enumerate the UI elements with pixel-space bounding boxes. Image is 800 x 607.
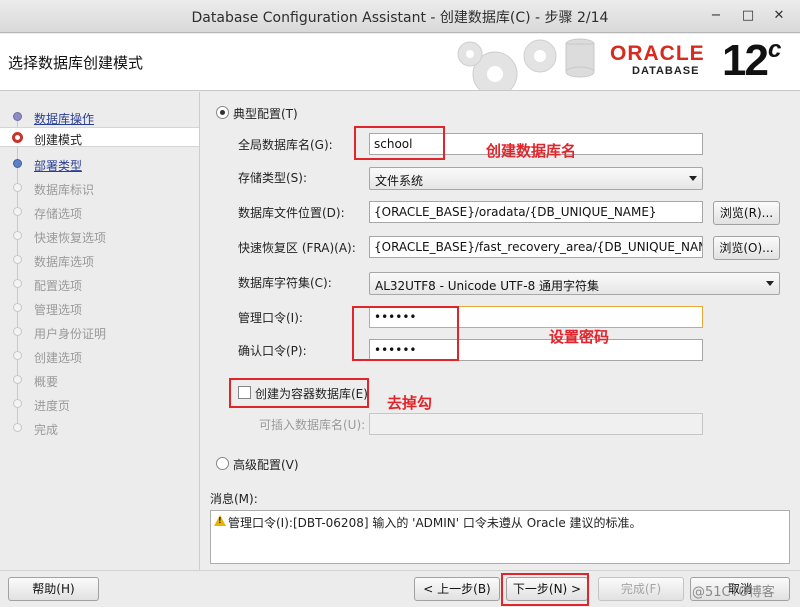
step-dot-icon: [13, 375, 22, 384]
charset-select[interactable]: AL32UTF8 - Unicode UTF-8 通用字符集: [369, 272, 780, 295]
confirm-password-label: 确认口令(P):: [238, 344, 307, 358]
gears-decoration-icon: [457, 38, 595, 90]
page-title: 选择数据库创建模式: [8, 54, 144, 72]
step-management-options: 管理选项: [0, 298, 199, 318]
maximize-icon[interactable]: □: [738, 6, 758, 26]
step-dot-icon: [12, 132, 23, 143]
step-label: 完成: [34, 423, 59, 437]
step-dot-icon: [13, 279, 22, 288]
db-file-location-label: 数据库文件位置(D):: [238, 206, 345, 220]
steps-sidebar: 数据库操作 创建模式 部署类型 数据库标识 存储选项 快速恢复选项 数据库选项 …: [0, 92, 200, 570]
step-dot-icon: [13, 159, 22, 168]
step-label: 数据库标识: [34, 183, 95, 197]
step-label: 数据库选项: [34, 255, 95, 269]
step-dot-icon: [13, 255, 22, 264]
typical-config-label: 典型配置(T): [233, 107, 298, 121]
messages-box: 管理口令(I):[DBT-06208] 输入的 'ADMIN' 口令未遵从 Or…: [210, 510, 790, 564]
db-file-location-input[interactable]: {ORACLE_BASE}/oradata/{DB_UNIQUE_NAME}: [369, 201, 703, 223]
version-logo: 12c: [722, 36, 781, 86]
step-dot-icon: [13, 399, 22, 408]
step-dot-icon: [13, 112, 22, 121]
step-dot-icon: [13, 351, 22, 360]
minimize-icon[interactable]: −: [706, 6, 726, 26]
step-dot-icon: [13, 207, 22, 216]
close-icon[interactable]: ✕: [769, 6, 789, 26]
storage-type-value: 文件系统: [375, 174, 424, 188]
pluggable-db-name-label: 可插入数据库名(U):: [259, 418, 366, 432]
typical-config-radio[interactable]: [216, 106, 229, 119]
oracle-logo: ORACLE DATABASE: [610, 42, 720, 78]
step-dot-icon: [13, 183, 22, 192]
chevron-down-icon: [689, 176, 697, 181]
step-fast-recovery-options: 快速恢复选项: [0, 226, 199, 246]
step-database-identification: 数据库标识: [0, 178, 199, 198]
main-panel: 典型配置(T) 全局数据库名(G): school 存储类型(S): 文件系统 …: [201, 92, 800, 570]
browse-file-location-button[interactable]: 浏览(R)...: [713, 201, 780, 225]
next-button[interactable]: 下一步(N) >: [506, 577, 588, 601]
messages-label: 消息(M):: [210, 492, 258, 506]
annotation-password-note: 设置密码: [549, 328, 610, 346]
step-label: 进度页: [34, 399, 71, 413]
fra-label: 快速恢复区 (FRA)(A):: [238, 241, 356, 255]
annotation-uncheck-note: 去掉勾: [387, 394, 433, 412]
charset-label: 数据库字符集(C):: [238, 276, 332, 290]
container-db-label: 创建为容器数据库(E): [255, 387, 368, 401]
step-deployment-type[interactable]: 部署类型: [0, 154, 199, 174]
warning-message: 管理口令(I):[DBT-06208] 输入的 'ADMIN' 口令未遵从 Or…: [228, 516, 642, 530]
step-database-operation[interactable]: 数据库操作: [0, 107, 199, 127]
help-button[interactable]: 帮助(H): [8, 577, 99, 601]
wizard-header: 选择数据库创建模式 ORACLE DATABASE 12c: [0, 34, 800, 91]
container-db-checkbox[interactable]: [238, 386, 251, 399]
step-user-credentials: 用户身份证明: [0, 322, 199, 342]
step-label: 管理选项: [34, 303, 83, 317]
window-title-bar: Database Configuration Assistant - 创建数据库…: [0, 0, 800, 33]
fra-input[interactable]: {ORACLE_BASE}/fast_recovery_area/{DB_UNI…: [369, 236, 703, 258]
advanced-config-label: 高级配置(V): [233, 458, 299, 472]
step-label: 快速恢复选项: [34, 231, 107, 245]
step-label: 数据库操作: [34, 112, 95, 126]
step-dot-icon: [13, 303, 22, 312]
oracle-brand-text: ORACLE: [610, 42, 705, 65]
step-label: 用户身份证明: [34, 327, 107, 341]
chevron-down-icon: [766, 281, 774, 286]
step-dot-icon: [13, 423, 22, 432]
browse-fra-button[interactable]: 浏览(O)...: [713, 236, 780, 260]
step-dot-icon: [13, 231, 22, 240]
back-button[interactable]: < 上一步(B): [414, 577, 500, 601]
step-finish: 完成: [0, 418, 199, 438]
admin-password-label: 管理口令(I):: [238, 311, 303, 325]
pluggable-db-name-input[interactable]: [369, 413, 703, 435]
finish-button[interactable]: 完成(F): [598, 577, 684, 601]
step-dot-icon: [13, 327, 22, 336]
wizard-footer: 帮助(H) < 上一步(B) 下一步(N) > 完成(F) 取消 @51CTO博…: [0, 570, 800, 607]
database-product-text: DATABASE: [632, 65, 700, 77]
step-progress-page: 进度页: [0, 394, 199, 414]
step-label: 存储选项: [34, 207, 83, 221]
version-suffix: c: [767, 36, 781, 63]
confirm-password-input[interactable]: ••••••: [369, 339, 703, 361]
step-storage-options: 存储选项: [0, 202, 199, 222]
charset-value: AL32UTF8 - Unicode UTF-8 通用字符集: [375, 279, 600, 293]
step-label: 创建选项: [34, 351, 83, 365]
annotation-db-name-note: 创建数据库名: [486, 142, 577, 160]
step-creation-mode: 创建模式: [0, 127, 199, 147]
step-database-options: 数据库选项: [0, 250, 199, 270]
advanced-config-radio[interactable]: [216, 457, 229, 470]
step-label: 创建模式: [34, 133, 83, 147]
step-label: 概要: [34, 375, 59, 389]
global-db-name-label: 全局数据库名(G):: [238, 138, 333, 152]
step-configuration-options: 配置选项: [0, 274, 199, 294]
step-label: 部署类型: [34, 159, 83, 173]
storage-type-select[interactable]: 文件系统: [369, 167, 703, 190]
version-number: 12: [722, 36, 769, 85]
storage-type-label: 存储类型(S):: [238, 171, 308, 185]
step-creation-options: 创建选项: [0, 346, 199, 366]
admin-password-input[interactable]: ••••••: [369, 306, 703, 328]
step-label: 配置选项: [34, 279, 83, 293]
watermark-text: @51CTO博客: [692, 585, 775, 600]
window-title: Database Configuration Assistant - 创建数据库…: [191, 10, 609, 26]
warning-icon: [214, 515, 226, 526]
step-summary: 概要: [0, 370, 199, 390]
